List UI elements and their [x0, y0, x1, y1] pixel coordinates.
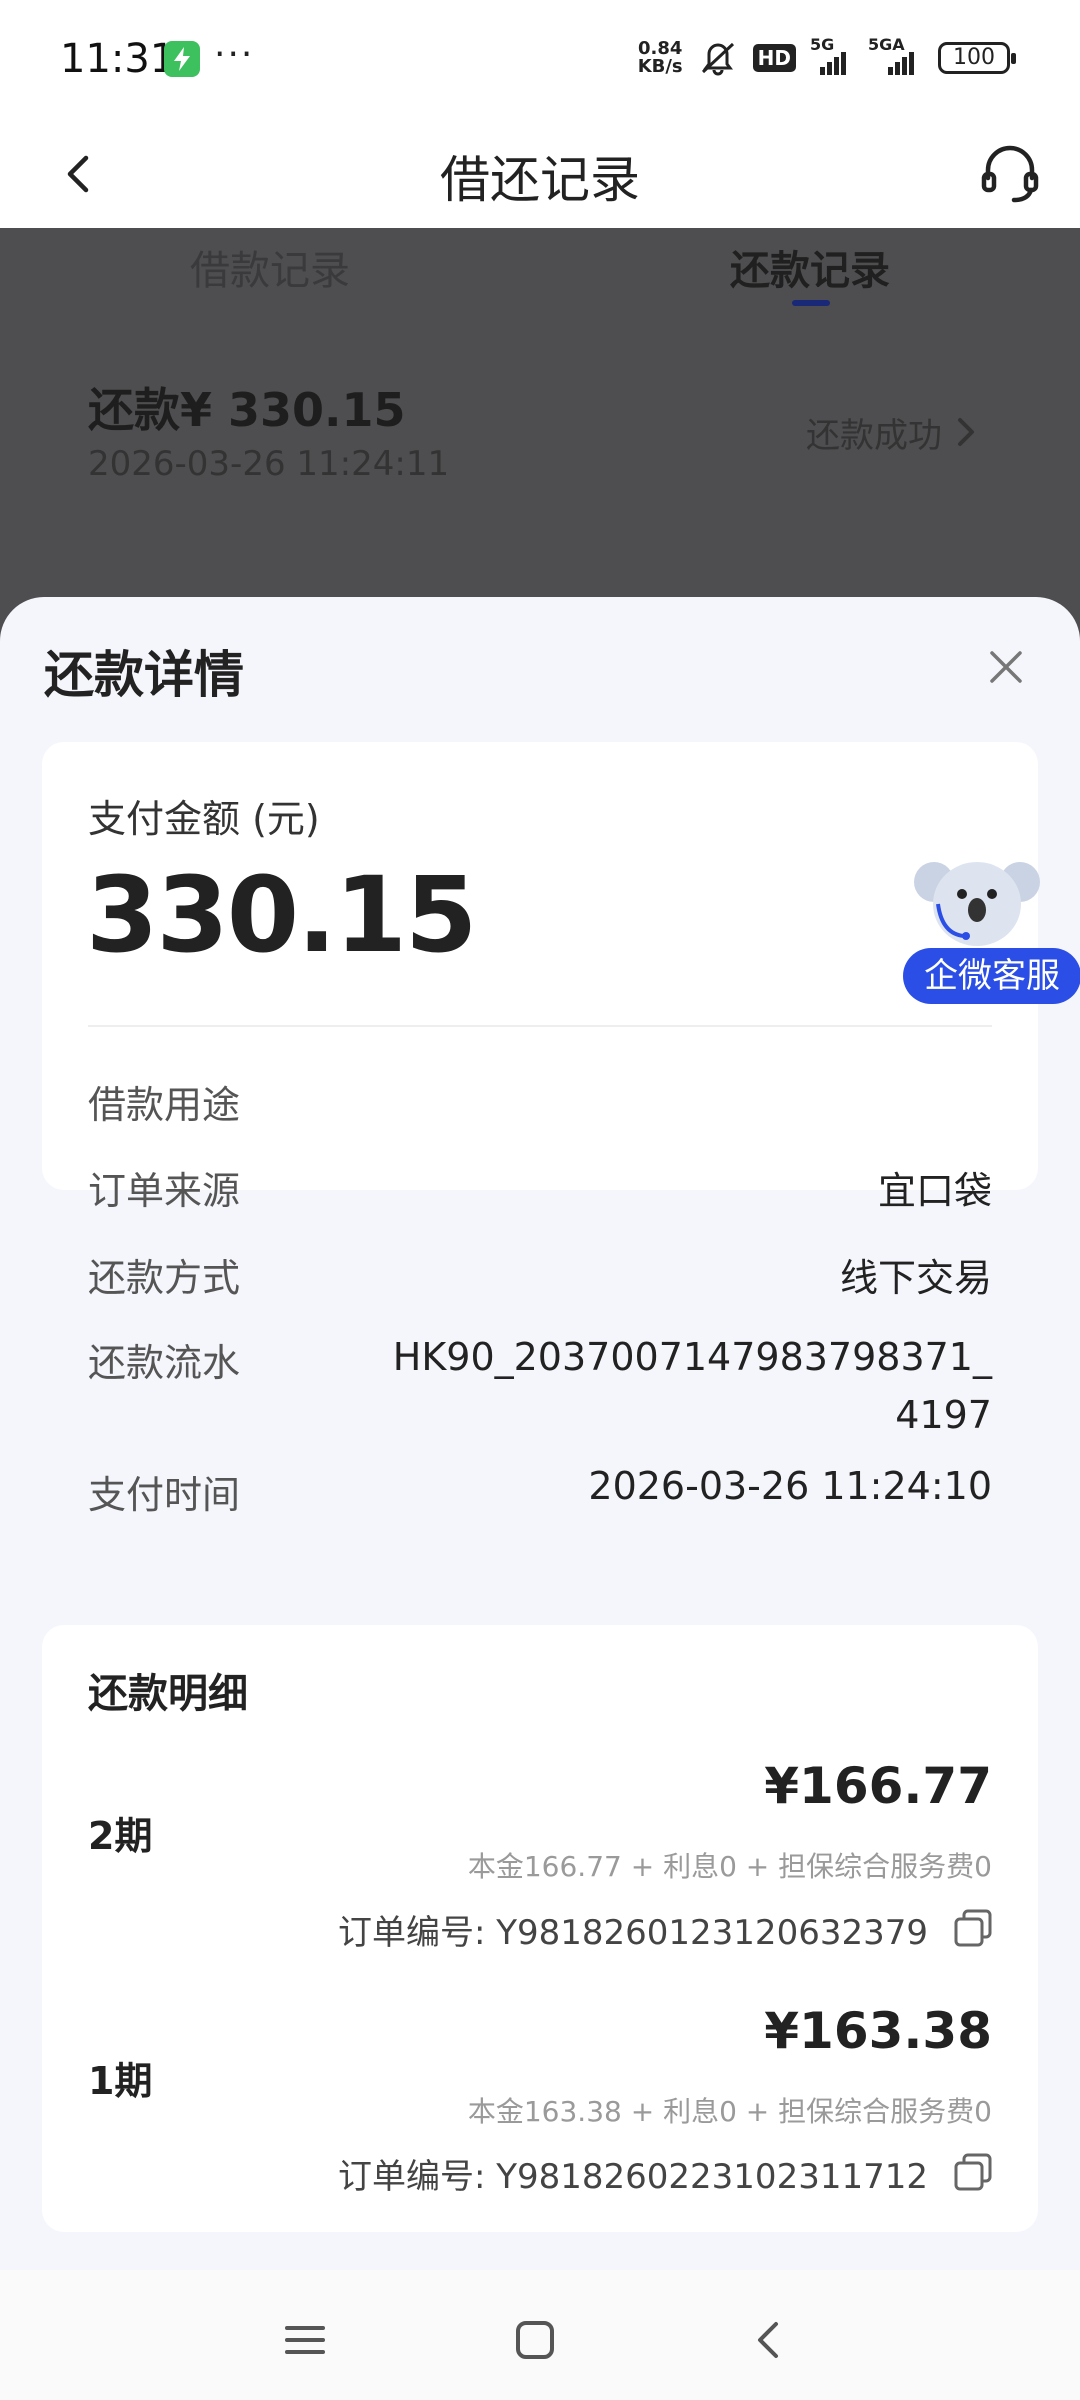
purpose-label: 借款用途 — [88, 1083, 241, 1127]
period-breakdown: 本金163.38 + 利息0 + 担保综合服务费0 — [467, 2095, 992, 2128]
period-amount: ¥163.38 — [764, 2002, 992, 2060]
wecom-service-button[interactable]: 企微客服 — [903, 948, 1080, 1004]
payment-card: 支付金额 (元) 330.15 借款用途 订单来源 宜口袋 还款方式 线下交易 … — [42, 742, 1038, 1517]
source-label: 订单来源 — [88, 1169, 241, 1213]
status-overflow-icon: ··· — [214, 34, 255, 75]
nav-bar: 借还记录 — [0, 120, 1080, 228]
record-amount[interactable]: 还款¥ 330.15 — [88, 374, 406, 440]
chevron-right-icon — [958, 418, 974, 446]
serial-value-line1: HK90_2037007147983798371_ — [392, 1335, 992, 1379]
net-speed-unit: KB/s — [637, 56, 683, 77]
signal-sim2-icon: 5GA — [868, 35, 924, 75]
order-number: 订单编号: Y9818260223102311712 — [337, 2157, 928, 2197]
serial-value: HK90_2037007147983798371_ 4197 — [393, 1328, 992, 1444]
mute-icon — [701, 42, 734, 76]
tab-repay-records[interactable]: 还款记录 — [730, 238, 890, 296]
payment-amount-label: 支付金额 (元) — [88, 797, 320, 841]
system-nav-bar — [0, 2270, 1080, 2400]
page-title: 借还记录 — [440, 151, 640, 209]
tab-indicator — [792, 300, 830, 306]
status-time: 11:31 — [60, 36, 176, 82]
time-label: 支付时间 — [88, 1473, 241, 1517]
repay-detail-card: 还款明细 2期 ¥166.77 本金166.77 + 利息0 + 担保综合服务费… — [42, 1625, 1038, 2232]
record-status[interactable]: 还款成功 — [806, 408, 942, 457]
period-amount: ¥166.77 — [764, 1757, 992, 1815]
signal-sim1-icon: 5G — [810, 35, 854, 75]
background-page: 借款记录 还款记录 还款¥ 330.15 2026-03-26 11:24:11… — [0, 228, 1080, 600]
power-app-icon — [164, 41, 200, 77]
status-indicators: 0.84 KB/s HD 5G 5GA 100 — [638, 35, 1016, 80]
serial-label: 还款流水 — [88, 1341, 241, 1385]
net-speed: 0.84 KB/s — [638, 40, 683, 76]
sim1-label: 5G — [810, 35, 835, 54]
source-value: 宜口袋 — [877, 1169, 992, 1213]
method-label: 还款方式 — [88, 1256, 241, 1300]
sim2-label: 5GA — [868, 35, 905, 54]
period-label: 1期 — [88, 2059, 153, 2103]
status-bar: 11:31 ··· 0.84 KB/s HD 5G 5GA 100 — [0, 0, 1080, 120]
period-label: 2期 — [88, 1814, 153, 1858]
copy-icon[interactable] — [952, 1907, 994, 1949]
order-number: 订单编号: Y9818260123120632379 — [337, 1913, 928, 1953]
copy-icon[interactable] — [952, 2151, 994, 2193]
close-icon[interactable] — [986, 647, 1026, 687]
method-value: 线下交易 — [839, 1256, 992, 1300]
hd-badge: HD — [752, 44, 796, 72]
headset-icon[interactable] — [976, 140, 1044, 208]
koala-mascot-icon[interactable] — [912, 852, 1042, 952]
detail-title: 还款明细 — [88, 1671, 248, 1717]
time-value: 2026-03-26 11:24:10 — [588, 1464, 992, 1508]
record-datetime: 2026-03-26 11:24:11 — [88, 444, 450, 484]
payment-amount: 330.15 — [86, 854, 477, 976]
sheet-title: 还款详情 — [44, 646, 244, 704]
divider — [88, 1025, 992, 1027]
menu-icon[interactable] — [275, 2310, 335, 2370]
period-breakdown: 本金166.77 + 利息0 + 担保综合服务费0 — [467, 1850, 992, 1883]
repay-detail-sheet: 还款详情 支付金额 (元) 330.15 借款用途 订单来源 宜口袋 还款方式 … — [0, 597, 1080, 2270]
battery-icon: 100 — [938, 42, 1016, 74]
system-back-icon[interactable] — [740, 2310, 800, 2370]
serial-value-line2: 4197 — [895, 1393, 992, 1437]
tab-loan-records[interactable]: 借款记录 — [190, 238, 350, 296]
home-icon[interactable] — [505, 2310, 565, 2370]
